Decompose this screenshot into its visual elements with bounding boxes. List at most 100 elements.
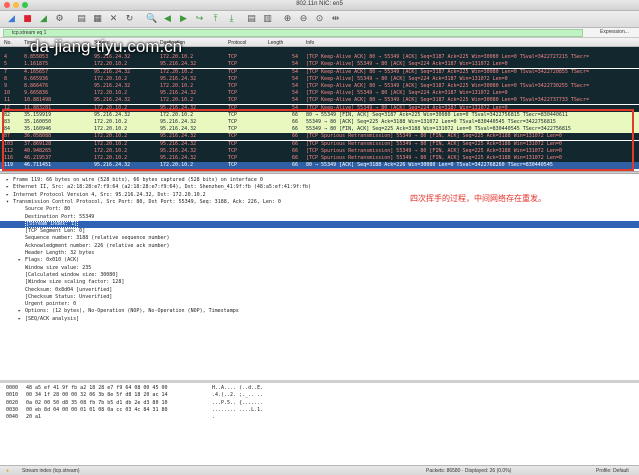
- detail-row[interactable]: [Checksum Status: Unverified]: [0, 294, 639, 301]
- detail-row[interactable]: ▾ Transmission Control Protocol, Src Port…: [0, 199, 639, 206]
- packet-time: 9.665836: [24, 90, 49, 97]
- packet-row[interactable]: 10 9.665836 172.20.10.2 95.216.24.32 TCP 54 [T…: [0, 90, 639, 98]
- zoom-out-icon[interactable]: ⊖: [298, 14, 309, 25]
- detail-row[interactable]: ▸ Frame 119: 66 bytes on wire (528 bits),…: [0, 177, 639, 184]
- byte-ascii[interactable]: ........ ....L.1.: [212, 407, 263, 414]
- byte-offset[interactable]: 0020: [6, 400, 18, 407]
- detail-row[interactable]: ▸ Flags: 0x010 (ACK): [0, 257, 639, 264]
- collapsed-arrow-icon[interactable]: ▸: [18, 316, 21, 323]
- packet-row[interactable]: 8 6.665936 172.20.10.2 95.216.24.32 TCP 54 [TC…: [0, 75, 639, 83]
- column-header-length[interactable]: Length: [268, 40, 283, 46]
- byte-offset[interactable]: 0030: [6, 407, 18, 414]
- byte-ascii[interactable]: .: [212, 414, 215, 421]
- autoscroll-icon[interactable]: ▤: [246, 14, 257, 25]
- detail-text: [Calculated window size: 30080]: [25, 271, 119, 278]
- detail-row[interactable]: Checksum: 0x8d04 [unverified]: [0, 287, 639, 294]
- status-profile-text[interactable]: Profile: Default: [596, 468, 629, 474]
- packet-protocol: TCP: [228, 97, 238, 104]
- find-packet-icon[interactable]: 🔍: [146, 14, 157, 25]
- go-to-packet-icon[interactable]: ↪: [194, 14, 205, 25]
- packet-row[interactable]: 11 10.881498 95.216.24.32 172.20.10.2 TCP 54 […: [0, 97, 639, 105]
- detail-row[interactable]: [Window size scaling factor: 128]: [0, 279, 639, 286]
- packet-time: 6.665936: [24, 75, 49, 82]
- detail-row[interactable]: Window size value: 235: [0, 265, 639, 272]
- go-back-icon[interactable]: ◀: [162, 14, 173, 25]
- byte-hex[interactable]: 48 a5 ef 41 9f fb a2 18 28 e7 f9 64 08 0…: [26, 385, 167, 392]
- window-title: 802.11n NIC: en5: [296, 1, 343, 7]
- title-bar: 802.11n NIC: en5: [0, 0, 639, 11]
- column-header-protocol[interactable]: Protocol: [228, 40, 246, 46]
- detail-row[interactable]: ▸ [SEQ/ACK analysis]: [0, 316, 639, 323]
- detail-row[interactable]: ▸ Ethernet II, Src: a2:18:28:e7:f9:64 (a2…: [0, 184, 639, 191]
- detail-row[interactable]: Urgent pointer: 0: [0, 301, 639, 308]
- packet-source: 172.20.10.2: [94, 75, 128, 82]
- packet-source: 172.20.10.2: [94, 90, 128, 97]
- zoom-in-icon[interactable]: ⊕: [282, 14, 293, 25]
- detail-row[interactable]: [TCP Segment Len: 0]: [0, 228, 639, 235]
- detail-row[interactable]: [Calculated window size: 30080]: [0, 272, 639, 279]
- colorize-icon[interactable]: ▥: [262, 14, 273, 25]
- packet-info: [TCP Keep-Alive ACK] 80 → 55349 [ACK] Se…: [306, 97, 589, 104]
- detail-row[interactable]: Source Port: 80: [0, 206, 639, 213]
- byte-hex[interactable]: 00 eb 8d 04 00 00 01 01 08 0a cc 03 4c 8…: [26, 407, 167, 414]
- detail-text: Transmission Control Protocol, Src Port:…: [13, 198, 281, 205]
- close-file-icon[interactable]: ✕: [108, 14, 119, 25]
- display-filter-input[interactable]: tcp.stream eq 1: [3, 29, 583, 37]
- packet-row[interactable]: 7 4.165657 95.216.24.32 172.20.10.2 TCP 54 [TC…: [0, 68, 639, 76]
- byte-hex[interactable]: 20 a1: [26, 414, 41, 421]
- collapsed-arrow-icon[interactable]: ▸: [6, 177, 9, 184]
- byte-offset[interactable]: 0000: [6, 385, 18, 392]
- byte-ascii[interactable]: .4.(..2. ;._.. ..: [212, 392, 263, 399]
- detail-row[interactable]: Acknowledgment number: 226 (relative ack…: [0, 243, 639, 250]
- byte-ascii[interactable]: ...P.5.. {.......: [212, 400, 263, 407]
- detail-row[interactable]: Header Length: 32 bytes: [0, 250, 639, 257]
- watermark-text: da-jiang-tiyu.com.cn: [30, 37, 183, 56]
- shark-fin-start-icon[interactable]: ◢: [6, 14, 17, 25]
- column-header-no[interactable]: No.: [4, 40, 12, 46]
- capture-options-icon[interactable]: ⚙: [54, 14, 65, 25]
- detail-text: [TCP Segment Len: 0]: [25, 228, 86, 235]
- packet-protocol: TCP: [228, 54, 238, 61]
- byte-offset[interactable]: 0010: [6, 392, 18, 399]
- detail-row[interactable]: Destination Port: 55349: [0, 214, 639, 221]
- status-info-icon[interactable]: ●: [6, 468, 9, 474]
- reload-icon[interactable]: ↻: [124, 14, 135, 25]
- expanded-arrow-icon[interactable]: ▾: [6, 199, 9, 206]
- detail-row[interactable]: Sequence number: 3188 (relative sequence…: [0, 235, 639, 242]
- collapsed-arrow-icon[interactable]: ▸: [18, 308, 21, 315]
- packet-destination: 172.20.10.2: [160, 83, 194, 89]
- packet-source: 95.216.24.32: [94, 97, 131, 104]
- detail-text: Internet Protocol Version 4, Src: 95.216…: [13, 191, 206, 198]
- packet-row[interactable]: 9 8.866476 95.216.24.32 172.20.10.2 TCP 54 [TC…: [0, 83, 639, 90]
- save-file-icon[interactable]: ▦: [92, 14, 103, 25]
- detail-text: [Stream index: 1]: [25, 220, 79, 228]
- byte-offset[interactable]: 0040: [6, 414, 18, 421]
- resize-columns-icon[interactable]: ⇹: [330, 14, 341, 25]
- detail-row[interactable]: ▸ Options: (12 bytes), No-Operation (NOP)…: [0, 308, 639, 315]
- packet-row[interactable]: 5 1.161875 172.20.10.2 95.216.24.32 TCP 54 [TC…: [0, 61, 639, 69]
- first-packet-icon[interactable]: ⤒: [210, 14, 221, 25]
- detail-text: Destination Port: 55349: [25, 213, 95, 220]
- collapsed-arrow-icon[interactable]: ▸: [18, 257, 21, 264]
- packet-destination: 172.20.10.2: [160, 97, 194, 104]
- column-header-info[interactable]: Info: [306, 40, 314, 46]
- packet-details-pane: 四次挥手的过程，中间网络存在重发。 ▸ Frame 119: 66 bytes o…: [0, 174, 639, 380]
- packet-time: 8.866476: [24, 83, 49, 89]
- open-file-icon[interactable]: ▤: [76, 14, 87, 25]
- last-packet-icon[interactable]: ⤓: [226, 14, 237, 25]
- byte-ascii[interactable]: H..A.... (..d..E.: [212, 385, 263, 392]
- packet-length: 54: [292, 61, 299, 68]
- detail-row[interactable]: [Stream index: 1]: [0, 220, 639, 228]
- byte-hex[interactable]: 00 34 1f 28 00 00 32 06 3b 8e 5f d8 18 2…: [26, 392, 167, 399]
- restart-capture-icon[interactable]: ◢: [38, 14, 49, 25]
- packet-time: 10.881498: [24, 97, 52, 104]
- collapsed-arrow-icon[interactable]: ▸: [6, 192, 9, 199]
- packet-protocol: TCP: [228, 68, 238, 75]
- detail-row[interactable]: ▸ Internet Protocol Version 4, Src: 95.21…: [0, 192, 639, 199]
- stop-capture-icon[interactable]: ■: [22, 14, 33, 25]
- zoom-normal-icon[interactable]: ⊙: [314, 14, 325, 25]
- collapsed-arrow-icon[interactable]: ▸: [6, 184, 9, 191]
- expression-button[interactable]: Expression...: [600, 29, 629, 35]
- go-forward-icon[interactable]: ▶: [178, 14, 189, 25]
- byte-hex[interactable]: 0a 02 00 50 d8 35 08 fb 7b b5 d1 db 2e d…: [26, 400, 167, 407]
